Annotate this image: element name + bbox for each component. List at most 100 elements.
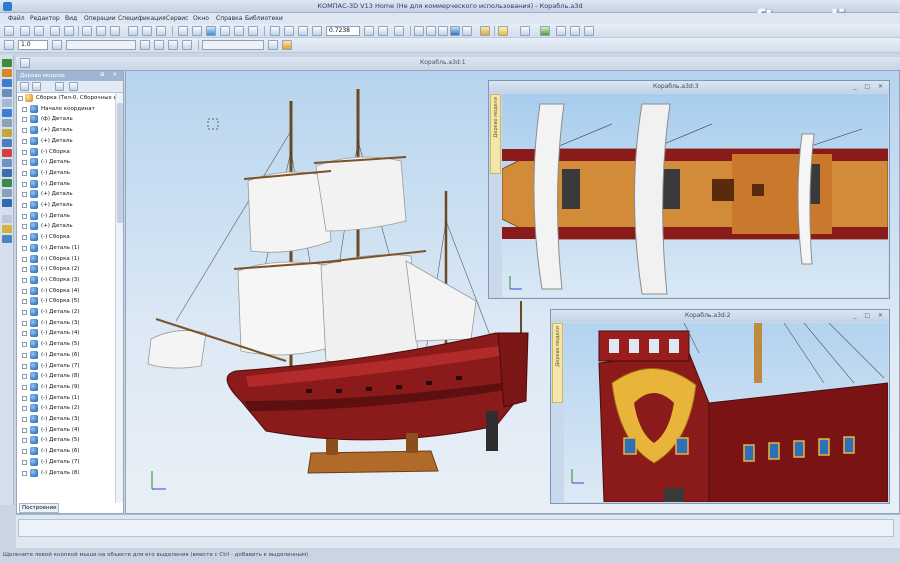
tree-item[interactable]: (-) Деталь (6): [17, 446, 115, 456]
expand-icon[interactable]: [22, 374, 27, 380]
expand-icon[interactable]: [22, 203, 27, 208]
tree-item[interactable]: (-) Деталь (2): [17, 307, 115, 317]
copy-icon[interactable]: [96, 26, 106, 36]
layers-icon[interactable]: [142, 26, 152, 36]
model-tree-scrollbar[interactable]: [115, 93, 123, 503]
zoom-window-icon[interactable]: [284, 26, 294, 36]
expand-icon[interactable]: [22, 245, 27, 251]
tree-item[interactable]: (-) Деталь (8): [17, 371, 115, 381]
sketch-icon[interactable]: [2, 69, 12, 77]
cut-icon[interactable]: [82, 26, 92, 36]
new-file-icon[interactable]: [4, 26, 14, 36]
sheet-metal-icon[interactable]: [2, 169, 12, 177]
expand-icon[interactable]: [22, 438, 27, 444]
expand-icon[interactable]: [22, 342, 27, 348]
diagnostics-icon[interactable]: [2, 119, 12, 127]
rotate-icon[interactable]: [378, 26, 388, 36]
save-icon[interactable]: [34, 26, 44, 36]
menu-help[interactable]: Справка: [216, 15, 242, 22]
tree-item[interactable]: (-) Деталь (7): [17, 457, 115, 467]
open-file-icon[interactable]: [20, 26, 30, 36]
orthogonal-icon[interactable]: [168, 40, 178, 50]
menu-editor[interactable]: Редактор: [30, 15, 60, 22]
redo-icon[interactable]: [192, 26, 202, 36]
tree-item[interactable]: (-) Деталь (8): [17, 468, 115, 478]
tree-item[interactable]: (-) Сборка: [17, 147, 115, 157]
expand-icon[interactable]: [22, 310, 27, 315]
print-icon[interactable]: [50, 26, 60, 36]
tree-item[interactable]: (ф) Деталь: [17, 114, 115, 124]
tree-item[interactable]: (-) Деталь: [17, 168, 115, 178]
tree-item[interactable]: (-) Деталь (3): [17, 414, 115, 424]
tree-item[interactable]: (-) Деталь (4): [17, 425, 115, 435]
tree-root-item[interactable]: Сборка (Тел-0, Сборочных е: [17, 93, 115, 103]
expand-icon[interactable]: [22, 149, 27, 155]
expand-icon[interactable]: [22, 417, 27, 422]
scroll-thumb[interactable]: [117, 103, 123, 223]
dropdown-icon[interactable]: [52, 40, 62, 50]
tree-item[interactable]: (-) Сборка (5): [17, 296, 115, 306]
expand-icon[interactable]: [22, 235, 27, 241]
tree-item[interactable]: (-) Сборка (1): [17, 254, 115, 264]
paste-icon[interactable]: [110, 26, 120, 36]
tree-item[interactable]: (-) Сборка (4): [17, 286, 115, 296]
library-icon[interactable]: [234, 26, 244, 36]
coordinate-field[interactable]: [202, 40, 264, 50]
snap-icon[interactable]: [520, 26, 530, 36]
library-panel-icon[interactable]: [2, 199, 12, 207]
menu-specification[interactable]: Спецификация: [118, 15, 166, 22]
tree-sort-icon[interactable]: [69, 82, 78, 91]
extra-tool-icon[interactable]: [2, 215, 12, 223]
expand-icon[interactable]: [22, 181, 27, 187]
tree-item[interactable]: (-) Деталь (3): [17, 318, 115, 328]
tab-model-tree-2[interactable]: Дерево модели: [552, 323, 563, 403]
expand-icon[interactable]: [22, 449, 27, 455]
tree-item[interactable]: (+) Деталь: [17, 200, 115, 210]
measure-panel-icon[interactable]: [2, 129, 12, 137]
wireframe-icon[interactable]: [414, 26, 424, 36]
stern-closeup-render[interactable]: [564, 323, 888, 502]
tree-item[interactable]: (-) Сборка (3): [17, 275, 115, 285]
perspective-icon[interactable]: [480, 26, 490, 36]
expand-icon[interactable]: [22, 288, 27, 294]
specification-icon[interactable]: [2, 149, 12, 157]
settings-icon[interactable]: [556, 26, 566, 36]
tree-item[interactable]: (-) Деталь (1): [17, 243, 115, 253]
filter-icon[interactable]: [498, 26, 508, 36]
expand-icon[interactable]: [22, 406, 27, 412]
tree-item[interactable]: (+) Деталь: [17, 221, 115, 231]
view-manager-icon[interactable]: [2, 235, 12, 243]
tree-item[interactable]: (-) Деталь (7): [17, 361, 115, 371]
tree-item[interactable]: (-) Сборка (2): [17, 264, 115, 274]
preview-icon[interactable]: [64, 26, 74, 36]
expand-icon[interactable]: [22, 384, 27, 390]
menu-view[interactable]: Вид: [65, 15, 77, 22]
tree-item[interactable]: (-) Деталь (6): [17, 350, 115, 360]
window-controls-icon[interactable]: _ □ ✕: [853, 312, 886, 319]
thin-hidden-icon[interactable]: [438, 26, 448, 36]
expand-icon[interactable]: [22, 470, 27, 476]
tree-item[interactable]: (-) Деталь (2): [17, 403, 115, 413]
tree-item[interactable]: (-) Деталь: [17, 211, 115, 221]
hidden-lines-icon[interactable]: [426, 26, 436, 36]
tree-item[interactable]: (-) Деталь (4): [17, 328, 115, 338]
surfaces-icon[interactable]: [2, 89, 12, 97]
zoom-out-icon[interactable]: [298, 26, 308, 36]
tab-model-tree-3[interactable]: Дерево модели: [490, 94, 501, 174]
expand-icon[interactable]: [22, 267, 27, 273]
expand-icon[interactable]: [22, 106, 27, 112]
tree-structure-icon[interactable]: [32, 82, 41, 91]
manager-icon[interactable]: [156, 26, 166, 36]
expand-icon[interactable]: [22, 128, 27, 134]
auxiliary-geometry-icon[interactable]: [2, 109, 12, 117]
measure-icon[interactable]: [584, 26, 594, 36]
menu-service[interactable]: Сервис: [166, 15, 188, 22]
document-icon[interactable]: [20, 58, 30, 68]
pan-icon[interactable]: [364, 26, 374, 36]
expand-icon[interactable]: [22, 277, 27, 283]
expand-icon[interactable]: [22, 224, 27, 230]
menu-libraries[interactable]: Библиотеки: [245, 15, 283, 22]
reports-icon[interactable]: [2, 159, 12, 167]
grid-icon[interactable]: [140, 40, 150, 50]
expand-icon[interactable]: [22, 363, 27, 369]
